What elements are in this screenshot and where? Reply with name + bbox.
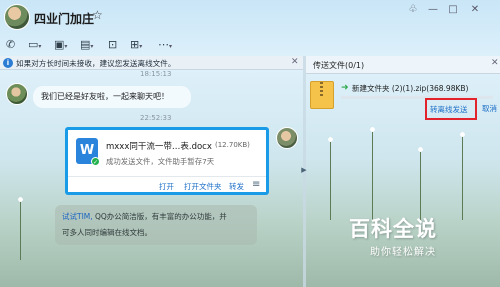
image-icon[interactable]: ⊡: [108, 38, 117, 52]
forward-link[interactable]: 转发: [229, 181, 244, 192]
tim-tip-text: QQ办公简洁版，有丰富的办公功能，并: [95, 212, 227, 221]
check-icon: ✓: [91, 157, 100, 166]
phone-icon[interactable]: ✆: [6, 38, 15, 52]
chat-toolbar: [0, 34, 500, 56]
flower-decoration: [369, 126, 376, 133]
transfer-panel-title: 传送文件(0/1): [313, 61, 365, 70]
file-size: (12.70KB): [215, 141, 250, 149]
chat-title: 四业门加庄: [34, 12, 95, 26]
notice-text: 如果对方长时间未接收，建议您发送离线文件。: [16, 59, 176, 68]
message-bubble: 我们已经是好友啦，一起来聊天吧！: [33, 86, 191, 108]
file-status: 成功发送文件，文件助手暂存7天: [106, 157, 215, 166]
flower-decoration: [17, 196, 24, 203]
star-icon[interactable]: ☆: [92, 8, 103, 22]
send-arrow-icon: ➜: [341, 83, 349, 93]
tim-link[interactable]: 试试TIM,: [62, 211, 93, 222]
video-icon[interactable]: ▭▾: [28, 38, 41, 52]
flower-decoration: [327, 136, 334, 143]
flower-decoration: [417, 146, 424, 153]
transfer-file-name: 新建文件夹 (2)(1).zip(368.98KB): [352, 84, 469, 93]
flower-stem: [462, 135, 463, 220]
flower-stem: [372, 130, 373, 220]
maximize-icon[interactable]: □: [444, 3, 462, 17]
more-icon[interactable]: ⋯▾: [158, 38, 172, 52]
close-icon[interactable]: ✕: [491, 58, 499, 68]
avatar[interactable]: [276, 127, 298, 149]
app-icon[interactable]: ⊞▾: [130, 38, 142, 52]
flower-decoration: [459, 131, 466, 138]
open-folder-link[interactable]: 打开文件夹: [184, 181, 222, 192]
tim-tip-text: 可多人同时编辑在线文档。: [62, 228, 152, 237]
send-offline-button[interactable]: 转离线发送: [425, 98, 477, 120]
close-icon[interactable]: ✕: [466, 3, 484, 17]
screen-share-icon[interactable]: ▣▾: [54, 38, 67, 52]
flower-stem: [20, 200, 21, 260]
menu-icon[interactable]: ≡: [252, 179, 260, 190]
timestamp: 18:15:13: [140, 70, 172, 78]
avatar[interactable]: [6, 83, 28, 105]
cancel-link[interactable]: 取消: [482, 103, 497, 114]
info-icon: i: [3, 58, 13, 68]
watermark-title: 百科全说: [349, 217, 437, 241]
timestamp: 22:52:33: [140, 114, 172, 122]
divider: [68, 176, 266, 177]
collapse-arrow-icon[interactable]: ▶: [300, 164, 308, 176]
file-name: mxxx同干流一带…表.docx: [106, 142, 212, 152]
skin-icon[interactable]: ♧: [404, 3, 422, 17]
watermark-subtitle: 助你轻松解决: [370, 247, 436, 258]
flower-stem: [330, 140, 331, 220]
minimize-icon[interactable]: —: [424, 3, 442, 17]
open-file-link[interactable]: 打开: [159, 181, 174, 192]
zip-zipper: [320, 82, 323, 98]
contact-avatar[interactable]: [4, 4, 30, 30]
file-icon[interactable]: ▤▾: [80, 38, 93, 52]
close-icon[interactable]: ✕: [291, 57, 299, 67]
